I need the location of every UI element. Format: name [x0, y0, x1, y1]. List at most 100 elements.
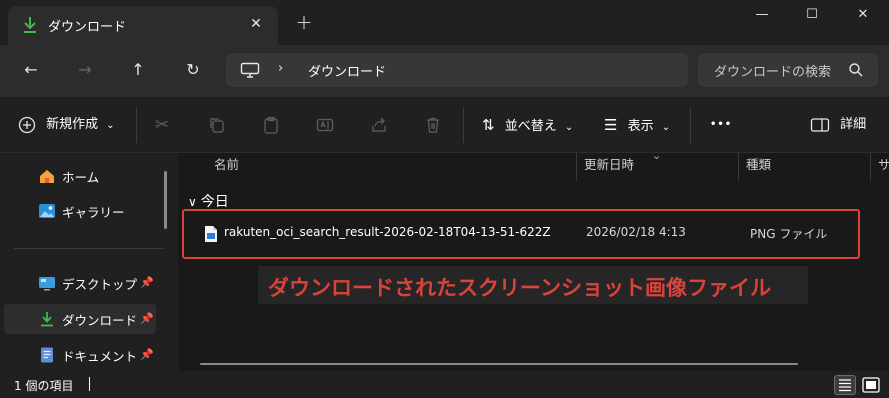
- tab-downloads[interactable]: ダウンロード ✕: [8, 6, 278, 45]
- new-tab-button[interactable]: +: [294, 12, 314, 32]
- column-header-name[interactable]: 名前: [214, 153, 239, 181]
- png-file-icon: [205, 226, 217, 242]
- column-separator[interactable]: [870, 153, 871, 181]
- close-tab-icon[interactable]: ✕: [246, 14, 266, 34]
- rename-button[interactable]: [316, 113, 334, 137]
- horizontal-scrollbar[interactable]: [200, 363, 798, 365]
- trash-icon: [427, 117, 439, 133]
- sort-button[interactable]: ⇅ 並べ替え ⌄: [482, 113, 573, 137]
- column-separator[interactable]: [738, 153, 739, 181]
- details-view-icon: [839, 379, 851, 392]
- chevron-down-icon: ⌄: [106, 120, 115, 131]
- search-box[interactable]: ダウンロードの検索: [698, 53, 878, 87]
- sidebar-item-label: ホーム: [62, 170, 100, 185]
- home-icon: [40, 170, 54, 183]
- sidebar-item-label: ギャラリー: [62, 205, 125, 220]
- sort-icon: ⇅: [482, 116, 495, 134]
- status-divider: [89, 377, 90, 391]
- file-type: PNG ファイル: [750, 227, 828, 241]
- sidebar-item-label: ドキュメント: [62, 349, 138, 364]
- cut-button[interactable]: ✂: [155, 113, 169, 137]
- navigation-bar: ← → ↑ ↻ › ダウンロード ダウンロードの検索: [0, 45, 889, 97]
- view-label: 表示: [627, 119, 654, 134]
- new-button[interactable]: 新規作成 ⌄: [18, 113, 115, 137]
- item-count: 1 個の項目: [14, 379, 74, 393]
- back-button[interactable]: ←: [18, 57, 44, 83]
- sidebar-item-label: デスクトップ: [62, 277, 138, 292]
- divider: [14, 248, 164, 249]
- annotation-callout: ダウンロードされたスクリーンショット画像ファイル: [258, 266, 808, 304]
- monitor-icon: [240, 62, 260, 78]
- delete-button[interactable]: [424, 113, 442, 137]
- sidebar-item-home[interactable]: ホーム: [4, 161, 156, 191]
- group-label: 今日: [200, 194, 229, 210]
- sort-chevron-icon: ⌄: [652, 149, 662, 162]
- sidebar-scrollbar[interactable]: [164, 171, 167, 229]
- details-pane-icon: [810, 117, 830, 132]
- share-button[interactable]: [370, 113, 388, 137]
- group-header-today[interactable]: ∨ 今日: [188, 191, 229, 211]
- breadcrumb-downloads[interactable]: ダウンロード: [308, 61, 386, 80]
- close-window-button[interactable]: ✕: [837, 0, 889, 32]
- details-pane-button[interactable]: 詳細: [810, 113, 866, 137]
- column-header-size[interactable]: サ: [878, 153, 889, 181]
- command-bar: 新規作成 ⌄ ✂ ⇅ 並べ替え ⌄ ☰ 表示 ⌄ ••• 詳細: [0, 97, 889, 153]
- navigation-pane: ホーム ギャラリー デスクトップ 📌 ダウンロード 📌 ドキュメント 📌: [0, 153, 178, 371]
- file-list: 名前 更新日時 ⌄ 種類 サ ∨ 今日 rakuten_oci_search_re…: [178, 149, 889, 371]
- download-icon: [41, 312, 53, 327]
- sidebar-item-label: ダウンロード: [62, 313, 138, 328]
- new-label: 新規作成: [46, 117, 99, 132]
- file-name: rakuten_oci_search_result-2026-02-18T04-…: [224, 225, 551, 239]
- desktop-icon: [39, 277, 55, 291]
- up-button[interactable]: ↑: [125, 57, 151, 83]
- copy-icon: [210, 117, 224, 133]
- rename-icon: [316, 118, 334, 131]
- more-options-button[interactable]: •••: [710, 113, 732, 137]
- divider: [463, 107, 464, 143]
- divider: [690, 107, 691, 143]
- forward-button[interactable]: →: [72, 57, 98, 83]
- chevron-down-icon: ⌄: [661, 122, 671, 133]
- copy-button[interactable]: [208, 113, 226, 137]
- title-bar: ダウンロード ✕ + — ☐ ✕: [0, 0, 889, 45]
- clipboard-icon: [264, 116, 278, 134]
- sidebar-item-desktop[interactable]: デスクトップ 📌: [4, 268, 156, 298]
- refresh-button[interactable]: ↻: [180, 57, 206, 83]
- search-input[interactable]: ダウンロードの検索: [714, 61, 831, 80]
- tab-title: ダウンロード: [48, 20, 127, 35]
- sidebar-item-downloads[interactable]: ダウンロード 📌: [4, 304, 156, 334]
- paste-button[interactable]: [262, 113, 280, 137]
- minimize-button[interactable]: —: [736, 0, 788, 32]
- tiles-view-icon: [862, 377, 880, 393]
- list-view-icon: ☰: [604, 116, 618, 134]
- maximize-button[interactable]: ☐: [786, 0, 838, 32]
- chevron-down-icon: ∨: [188, 195, 197, 209]
- status-bar: 1 個の項目: [0, 371, 889, 398]
- pin-icon[interactable]: 📌: [140, 348, 154, 362]
- column-header-type[interactable]: 種類: [746, 153, 771, 181]
- pin-icon[interactable]: 📌: [140, 312, 154, 326]
- gallery-icon: [39, 204, 55, 218]
- tiles-view-button[interactable]: [860, 375, 882, 395]
- pin-icon[interactable]: 📌: [140, 276, 154, 290]
- column-header-date[interactable]: 更新日時: [584, 153, 634, 181]
- annotation-text: ダウンロードされたスクリーンショット画像ファイル: [268, 276, 771, 300]
- sidebar-item-documents[interactable]: ドキュメント 📌: [4, 340, 156, 370]
- sidebar-item-gallery[interactable]: ギャラリー: [4, 196, 156, 226]
- view-button[interactable]: ☰ 表示 ⌄: [604, 113, 670, 137]
- table-row[interactable]: rakuten_oci_search_result-2026-02-18T04-…: [182, 209, 860, 259]
- plus-circle-icon: [18, 116, 36, 133]
- scissors-icon: ✂: [155, 115, 170, 135]
- divider: [136, 107, 137, 143]
- download-icon: [24, 17, 36, 33]
- document-icon: [41, 347, 53, 363]
- column-separator[interactable]: [576, 153, 577, 181]
- chevron-down-icon: ⌄: [564, 122, 574, 133]
- breadcrumb-chevron-icon[interactable]: ›: [278, 61, 283, 76]
- details-label: 詳細: [840, 117, 867, 132]
- address-bar[interactable]: › ダウンロード: [226, 53, 688, 87]
- sort-label: 並べ替え: [504, 119, 557, 134]
- search-icon[interactable]: [848, 62, 864, 78]
- share-icon: [372, 117, 386, 132]
- details-view-button[interactable]: [834, 375, 856, 395]
